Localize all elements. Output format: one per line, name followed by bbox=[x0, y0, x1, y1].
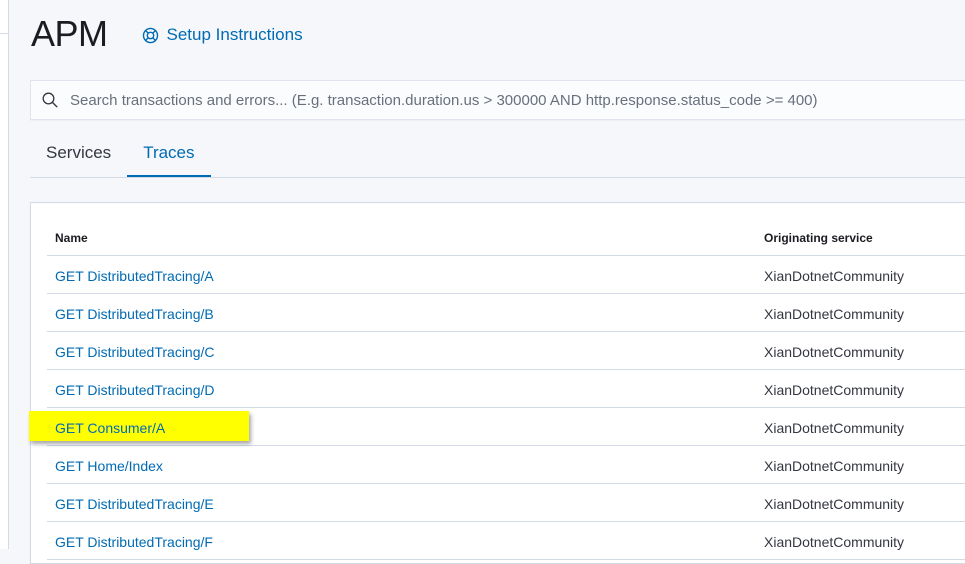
table-header: Name Originating service bbox=[47, 219, 965, 256]
column-header-name[interactable]: Name bbox=[55, 231, 88, 245]
apm-page: APM Setup Instructions Services Traces bbox=[9, 0, 965, 564]
originating-service: XianDotnetCommunity bbox=[764, 534, 905, 550]
trace-name-link[interactable]: GET DistributedTracing/B bbox=[55, 306, 214, 322]
tab-traces[interactable]: Traces bbox=[127, 130, 211, 177]
trace-name-link[interactable]: GET Consumer/A bbox=[55, 420, 165, 436]
tab-services[interactable]: Services bbox=[30, 130, 127, 176]
originating-service: XianDotnetCommunity bbox=[764, 306, 905, 322]
table-row: GET DistributedTracing/E XianDotnetCommu… bbox=[47, 484, 965, 522]
originating-service: XianDotnetCommunity bbox=[764, 382, 905, 398]
table-row: GET DistributedTracing/A XianDotnetCommu… bbox=[47, 256, 965, 294]
table-row: GET DistributedTracing/C XianDotnetCommu… bbox=[47, 332, 965, 370]
trace-name-link[interactable]: GET DistributedTracing/A bbox=[55, 268, 214, 284]
table-row: GET DistributedTracing/B XianDotnetCommu… bbox=[47, 294, 965, 332]
trace-name-link[interactable]: GET DistributedTracing/F bbox=[55, 534, 213, 550]
sidebar-edge bbox=[0, 0, 9, 549]
trace-name-link[interactable]: GET DistributedTracing/D bbox=[55, 382, 215, 398]
table-row: GET Home/Index XianDotnetCommunity bbox=[47, 446, 965, 484]
page-title: APM bbox=[31, 13, 108, 54]
search-bar bbox=[30, 80, 965, 120]
tab-bar: Services Traces bbox=[30, 130, 965, 178]
traces-panel: Name Originating service GET Distributed… bbox=[29, 202, 965, 564]
originating-service: XianDotnetCommunity bbox=[764, 268, 905, 284]
setup-instructions-label: Setup Instructions bbox=[166, 25, 303, 44]
originating-service: XianDotnetCommunity bbox=[764, 420, 905, 436]
sidebar-divider bbox=[0, 33, 8, 34]
setup-instructions-link[interactable]: Setup Instructions bbox=[142, 25, 303, 45]
originating-service: XianDotnetCommunity bbox=[764, 458, 905, 474]
help-lifebuoy-icon bbox=[142, 27, 158, 43]
table-row: GET DistributedTracing/F XianDotnetCommu… bbox=[47, 522, 965, 560]
originating-service: XianDotnetCommunity bbox=[764, 496, 905, 512]
page-header: APM Setup Instructions bbox=[31, 8, 303, 60]
search-icon bbox=[42, 92, 58, 108]
search-input[interactable] bbox=[68, 90, 952, 110]
column-header-originating-service[interactable]: Originating service bbox=[764, 231, 873, 245]
trace-name-link[interactable]: GET DistributedTracing/C bbox=[55, 344, 215, 360]
trace-name-link[interactable]: GET Home/Index bbox=[55, 458, 163, 474]
trace-name-link[interactable]: GET DistributedTracing/E bbox=[55, 496, 214, 512]
table-row-highlighted: GET Consumer/A XianDotnetCommunity bbox=[29, 408, 965, 446]
table-row: GET DistributedTracing/D XianDotnetCommu… bbox=[47, 370, 965, 408]
originating-service: XianDotnetCommunity bbox=[764, 344, 905, 360]
traces-table: Name Originating service GET Distributed… bbox=[29, 219, 965, 560]
